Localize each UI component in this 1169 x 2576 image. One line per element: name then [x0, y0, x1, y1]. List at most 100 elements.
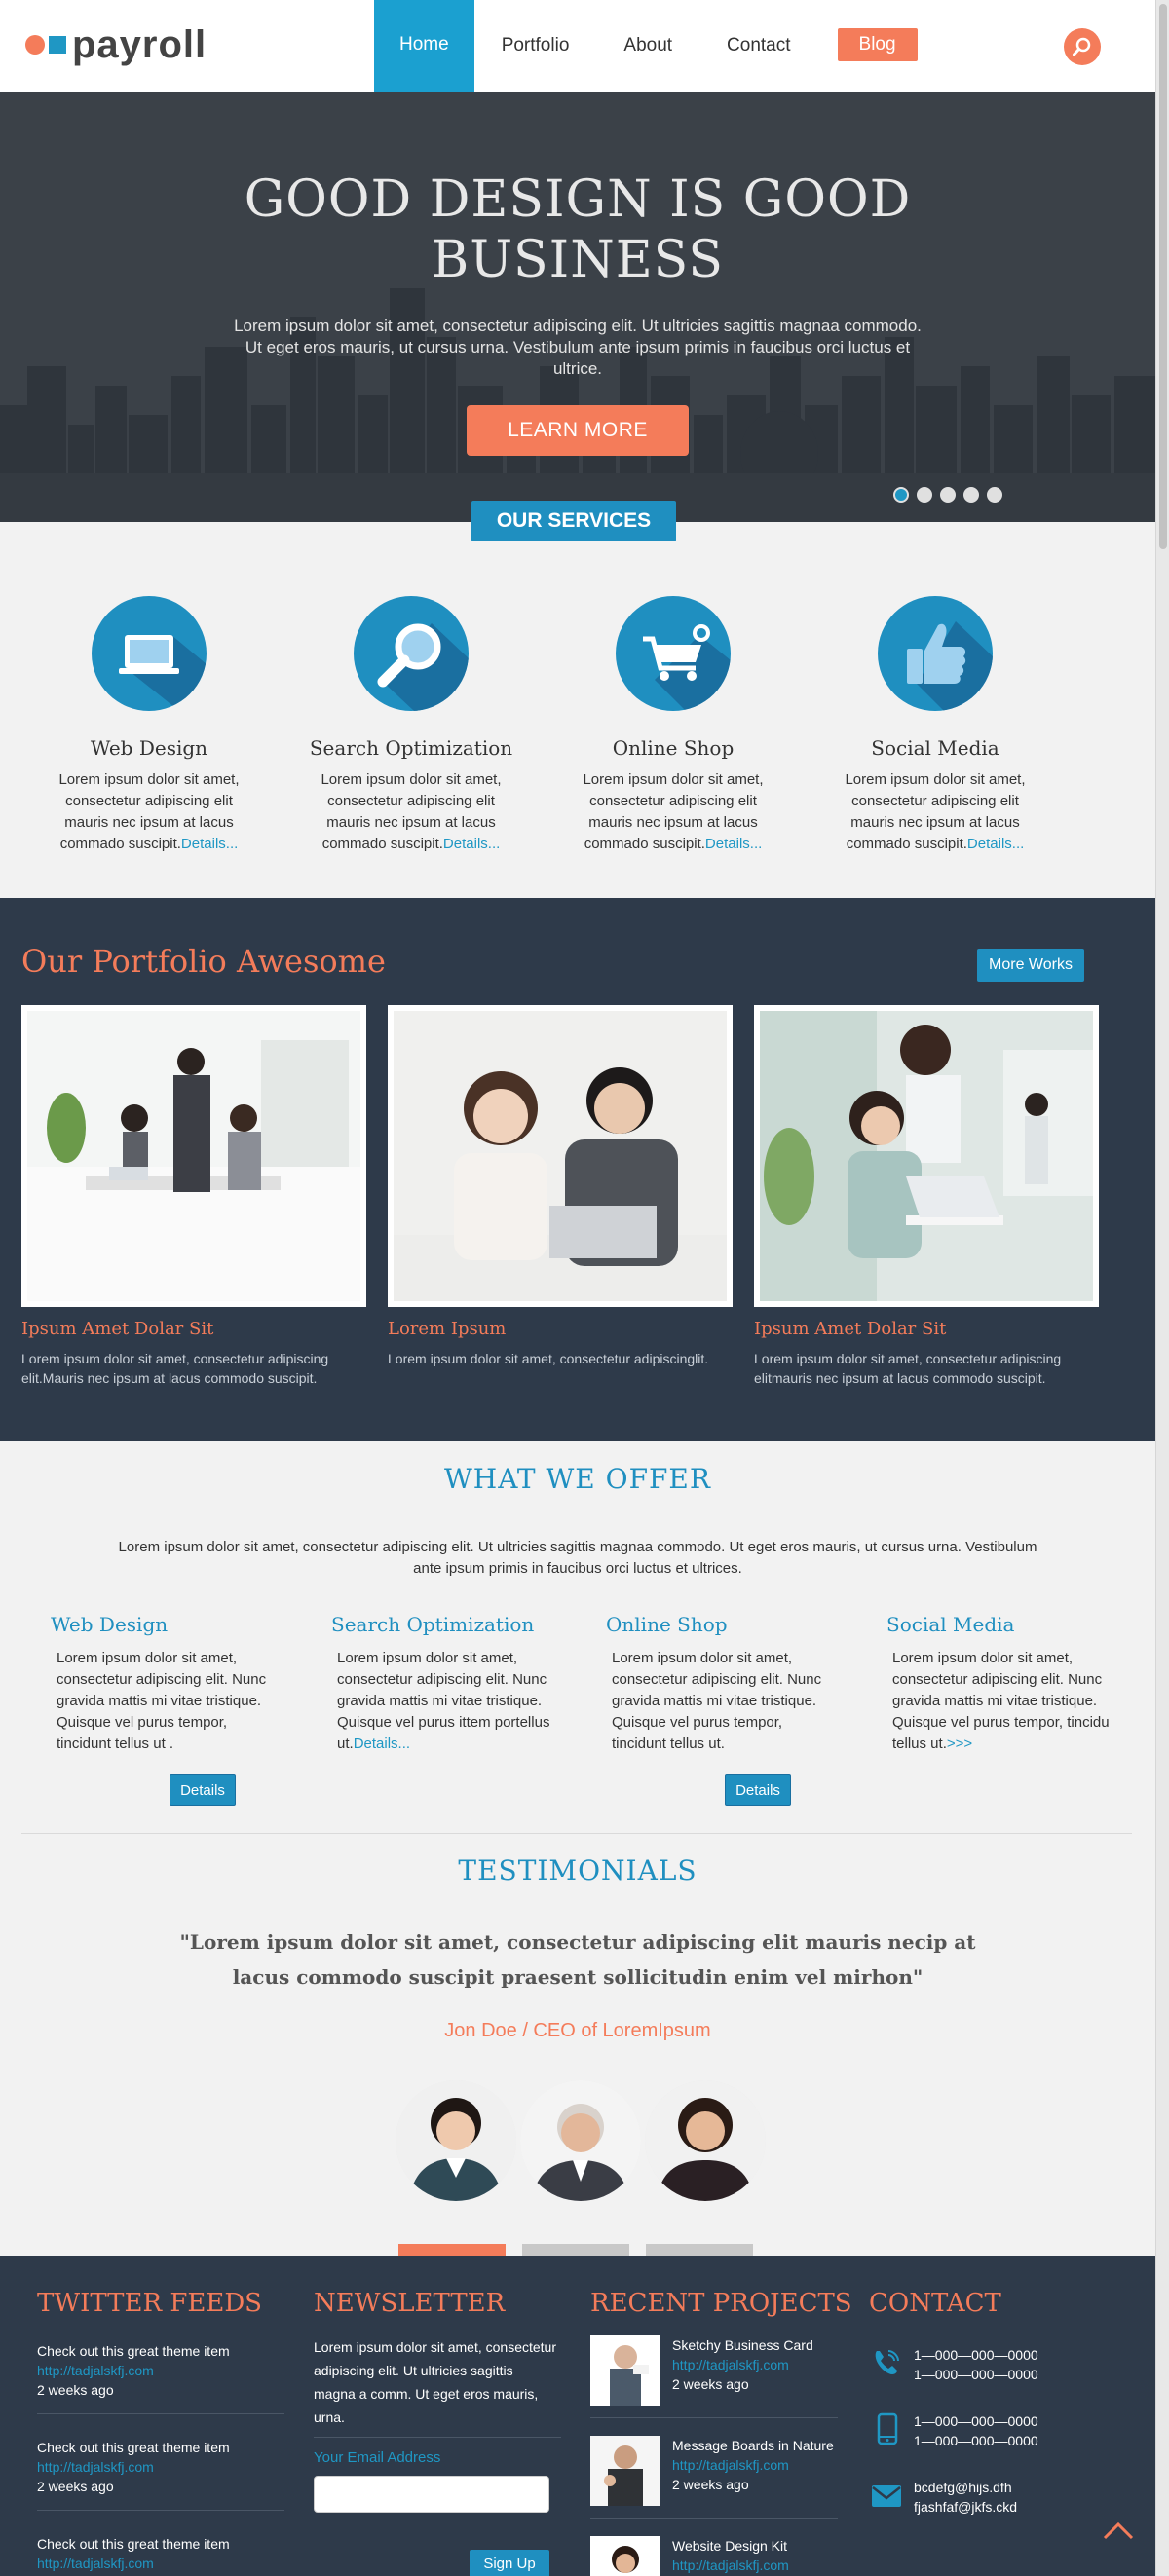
email-address[interactable]: fjashfaf@jkfs.ckd	[914, 2497, 1017, 2517]
offer-column: Online Shop Lorem ipsum dolor sit amet, …	[606, 1613, 830, 1755]
portfolio-item-text: Lorem ipsum dolor sit amet, consectetur …	[388, 1351, 709, 1366]
contact-info: CONTACT 1—000—000—0000 1—000—000—0000 1—…	[869, 2289, 1038, 2517]
slider-dot[interactable]	[963, 487, 979, 503]
newsletter-title: NEWSLETTER	[314, 2289, 506, 2318]
testimonial-tab[interactable]	[398, 2244, 506, 2256]
tweet-item: Check out this great theme item http://t…	[37, 2341, 284, 2414]
offer-title: WHAT WE OFFER	[444, 1463, 711, 1495]
testimonial-tab[interactable]	[646, 2244, 753, 2256]
avatar[interactable]	[396, 2080, 516, 2201]
nav-contact[interactable]: Contact	[699, 0, 817, 92]
project-time: 2 weeks ago	[672, 2477, 749, 2492]
mobile-number: 1—000—000—0000	[914, 2433, 1038, 2448]
hero-title-line1: GOOD DESIGN IS GOOD	[244, 170, 912, 229]
learn-more-button[interactable]: LEARN MORE	[467, 405, 689, 456]
nav-home[interactable]: Home	[374, 0, 474, 92]
logo-square-icon	[49, 36, 66, 54]
avatar[interactable]	[645, 2080, 766, 2201]
project-name: Message Boards in Nature	[672, 2438, 834, 2453]
offer-details-link[interactable]: Details...	[354, 1736, 410, 1752]
project-thumbnail[interactable]	[590, 2335, 660, 2406]
portfolio-section: Our Portfolio Awesome More Works Ipsum A…	[0, 898, 1155, 1441]
avatar[interactable]	[520, 2080, 641, 2201]
tweet-link[interactable]: http://tadjalskfj.com	[37, 2361, 284, 2380]
details-button[interactable]: Details	[170, 1774, 236, 1806]
portfolio-item-text: Lorem ipsum dolor sit amet, consectetur …	[21, 1351, 329, 1386]
tweet-item: Check out this great theme item http://t…	[37, 2534, 284, 2573]
portfolio-item: Lorem Ipsum Lorem ipsum dolor sit amet, …	[388, 1005, 733, 1368]
recent-projects-title: RECENT PROJECTS	[590, 2289, 852, 2318]
offer-column-text: Lorem ipsum dolor sit amet, consectetur …	[337, 1650, 550, 1752]
project-name: Website Design Kit	[672, 2538, 788, 2554]
portfolio-item-title[interactable]: Lorem Ipsum	[388, 1319, 733, 1339]
thumbs-up-icon[interactable]	[878, 596, 993, 711]
nav-portfolio[interactable]: Portfolio	[474, 0, 597, 92]
offer-column-text: Lorem ipsum dolor sit amet, consectetur …	[612, 1650, 822, 1752]
newsletter: NEWSLETTER Lorem ipsum dolor sit amet, c…	[314, 2289, 567, 2576]
service-text: Lorem ipsum dolor sit amet, consectetur …	[583, 771, 764, 852]
offer-more-link[interactable]: >>>	[947, 1736, 972, 1752]
twitter-title: TWITTER FEEDS	[37, 2289, 262, 2318]
logo-dot-icon	[25, 35, 45, 55]
tweet-link[interactable]: http://tadjalskfj.com	[37, 2457, 284, 2477]
tweet-link[interactable]: http://tadjalskfj.com	[37, 2554, 284, 2573]
laptop-icon[interactable]	[92, 596, 207, 711]
offer-column: Social Media Lorem ipsum dolor sit amet,…	[886, 1613, 1111, 1755]
service-details-link[interactable]: Details...	[181, 836, 238, 852]
offer-section: WHAT WE OFFER Lorem ipsum dolor sit amet…	[0, 1441, 1155, 2256]
portfolio-title: Our Portfolio Awesome	[21, 943, 386, 980]
more-works-button[interactable]: More Works	[977, 949, 1084, 982]
portfolio-item-title[interactable]: Ipsum Amet Dolar Sit	[21, 1319, 366, 1339]
portfolio-photo[interactable]	[388, 1005, 733, 1307]
logo[interactable]: payroll	[25, 23, 207, 66]
contact-email: bcdefg@hijs.dfh fjashfaf@jkfs.ckd	[869, 2478, 1038, 2517]
service-details-link[interactable]: Details...	[705, 836, 762, 852]
search-icon	[1073, 37, 1091, 56]
slider-dot[interactable]	[987, 487, 1002, 503]
project-link[interactable]: http://tadjalskfj.com	[672, 2455, 838, 2475]
shopping-cart-icon[interactable]	[616, 596, 731, 711]
service-text: Lorem ipsum dolor sit amet, consectetur …	[845, 771, 1026, 852]
service-title: Search Optimization	[309, 736, 513, 760]
portfolio-item-title[interactable]: Ipsum Amet Dolar Sit	[754, 1319, 1099, 1339]
twitter-feeds: TWITTER FEEDS Check out this great theme…	[37, 2289, 284, 2573]
portfolio-photo[interactable]	[21, 1005, 366, 1307]
section-divider	[21, 1833, 1132, 1834]
phone-icon	[875, 2350, 899, 2374]
details-button[interactable]: Details	[725, 1774, 791, 1806]
service-details-link[interactable]: Details...	[967, 836, 1024, 852]
contact-mobile: 1—000—000—0000 1—000—000—0000	[869, 2411, 1038, 2450]
offer-column: Search Optimization Lorem ipsum dolor si…	[331, 1613, 555, 1755]
project-item: Website Design Kit http://tadjalskfj.com	[590, 2536, 852, 2576]
project-item: Sketchy Business Card http://tadjalskfj.…	[590, 2335, 852, 2406]
slider-dot[interactable]	[893, 487, 909, 503]
slider-dot[interactable]	[917, 487, 932, 503]
nav-blog[interactable]: Blog	[837, 28, 918, 61]
phone-number: 1—000—000—0000	[914, 2347, 1038, 2363]
magnifier-icon[interactable]	[354, 596, 469, 711]
slider-dot[interactable]	[940, 487, 956, 503]
hero-text: Lorem ipsum dolor sit amet, consectetur …	[234, 317, 922, 378]
scrollbar-thumb[interactable]	[1159, 4, 1167, 549]
service-web-design: Web Design Lorem ipsum dolor sit amet, c…	[37, 596, 261, 855]
project-thumbnail[interactable]	[590, 2536, 660, 2576]
portfolio-photo[interactable]	[754, 1005, 1099, 1307]
sign-up-button[interactable]: Sign Up	[470, 2550, 549, 2576]
offer-column-title: Online Shop	[606, 1613, 728, 1636]
services-section: Web Design Lorem ipsum dolor sit amet, c…	[0, 522, 1155, 898]
project-link[interactable]: http://tadjalskfj.com	[672, 2355, 838, 2374]
back-to-top-icon[interactable]	[1099, 2511, 1138, 2550]
service-details-link[interactable]: Details...	[443, 836, 500, 852]
email-input[interactable]	[314, 2476, 549, 2513]
email-address[interactable]: bcdefg@hijs.dfh	[914, 2478, 1017, 2497]
nav-about[interactable]: About	[596, 0, 699, 92]
search-button[interactable]	[1064, 28, 1101, 65]
contact-title: CONTACT	[869, 2289, 1001, 2318]
testimonial-tab[interactable]	[522, 2244, 629, 2256]
mobile-phone-icon	[877, 2412, 898, 2445]
service-title: Online Shop	[612, 736, 735, 760]
project-link[interactable]: http://tadjalskfj.com	[672, 2556, 838, 2575]
page-scrollbar[interactable]	[1155, 0, 1169, 2576]
offer-column-title: Search Optimization	[331, 1613, 535, 1636]
project-thumbnail[interactable]	[590, 2436, 660, 2506]
